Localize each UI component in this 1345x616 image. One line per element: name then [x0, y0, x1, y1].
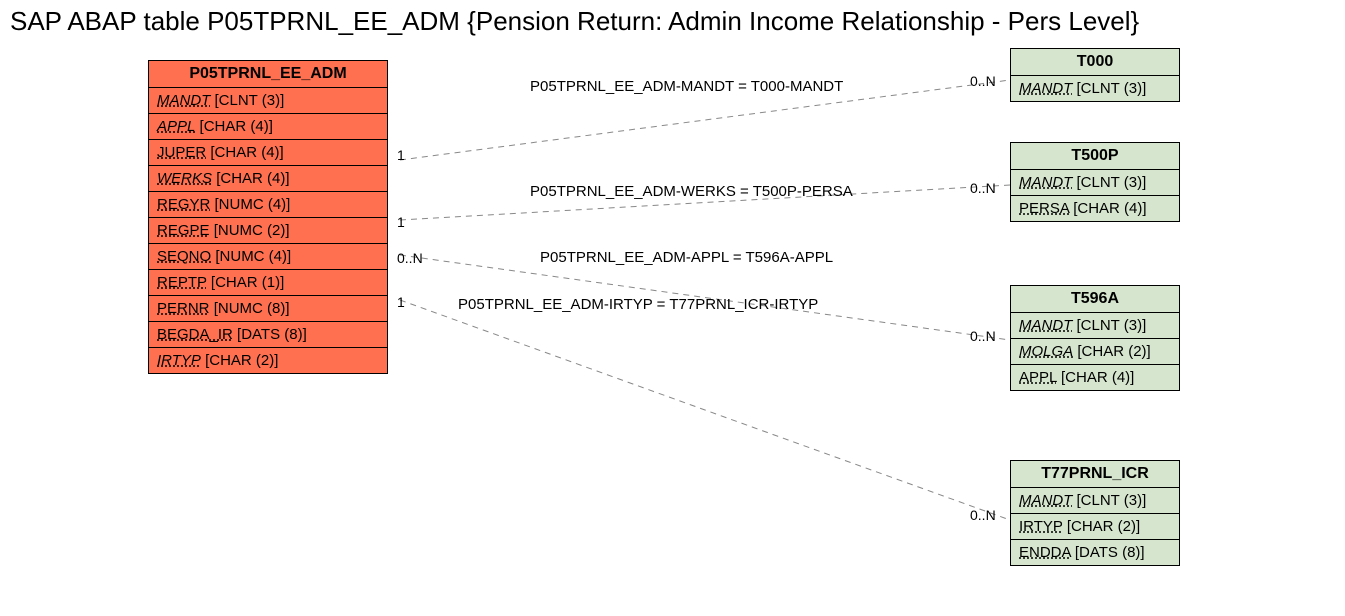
cardinality: 0..N: [970, 328, 996, 344]
cardinality: 1: [397, 214, 405, 230]
field-row: MANDT [CLNT (3)]: [1011, 488, 1179, 514]
entity-header: T596A: [1011, 286, 1179, 313]
cardinality: 0..N: [970, 507, 996, 523]
field-row: MOLGA [CHAR (2)]: [1011, 339, 1179, 365]
field-row: MANDT [CLNT (3)]: [149, 88, 387, 114]
cardinality: 0..N: [970, 180, 996, 196]
field-row: REGYR [NUMC (4)]: [149, 192, 387, 218]
relation-label: P05TPRNL_EE_ADM-MANDT = T000-MANDT: [530, 78, 843, 95]
field-row: IRTYP [CHAR (2)]: [1011, 514, 1179, 540]
entity-t77prnl-icr: T77PRNL_ICR MANDT [CLNT (3)] IRTYP [CHAR…: [1010, 460, 1180, 566]
relation-label: P05TPRNL_EE_ADM-WERKS = T500P-PERSA: [530, 183, 853, 200]
field-row: IRTYP [CHAR (2)]: [149, 348, 387, 373]
field-row: MANDT [CLNT (3)]: [1011, 76, 1179, 101]
cardinality: 1: [397, 294, 405, 310]
cardinality: 0..N: [970, 73, 996, 89]
entity-header: T77PRNL_ICR: [1011, 461, 1179, 488]
field-row: ENDDA [DATS (8)]: [1011, 540, 1179, 565]
field-row: JUPER [CHAR (4)]: [149, 140, 387, 166]
field-row: WERKS [CHAR (4)]: [149, 166, 387, 192]
field-row: MANDT [CLNT (3)]: [1011, 170, 1179, 196]
page-title: SAP ABAP table P05TPRNL_EE_ADM {Pension …: [10, 6, 1139, 37]
field-row: PERNR [NUMC (8)]: [149, 296, 387, 322]
field-row: PERSA [CHAR (4)]: [1011, 196, 1179, 221]
entity-t000: T000 MANDT [CLNT (3)]: [1010, 48, 1180, 102]
field-row: REGPE [NUMC (2)]: [149, 218, 387, 244]
entity-main: P05TPRNL_EE_ADM MANDT [CLNT (3)] APPL [C…: [148, 60, 388, 374]
field-row: APPL [CHAR (4)]: [1011, 365, 1179, 390]
field-row: MANDT [CLNT (3)]: [1011, 313, 1179, 339]
field-row: APPL [CHAR (4)]: [149, 114, 387, 140]
entity-t596a: T596A MANDT [CLNT (3)] MOLGA [CHAR (2)] …: [1010, 285, 1180, 391]
field-row: REPTP [CHAR (1)]: [149, 270, 387, 296]
entity-header: T500P: [1011, 143, 1179, 170]
relation-label: P05TPRNL_EE_ADM-APPL = T596A-APPL: [540, 249, 833, 266]
field-row: BEGDA_IR [DATS (8)]: [149, 322, 387, 348]
entity-main-header: P05TPRNL_EE_ADM: [149, 61, 387, 88]
relation-label: P05TPRNL_EE_ADM-IRTYP = T77PRNL_ICR-IRTY…: [458, 296, 818, 313]
entity-header: T000: [1011, 49, 1179, 76]
entity-t500p: T500P MANDT [CLNT (3)] PERSA [CHAR (4)]: [1010, 142, 1180, 222]
field-row: SEQNO [NUMC (4)]: [149, 244, 387, 270]
cardinality: 1: [397, 147, 405, 163]
cardinality: 0..N: [397, 250, 423, 266]
